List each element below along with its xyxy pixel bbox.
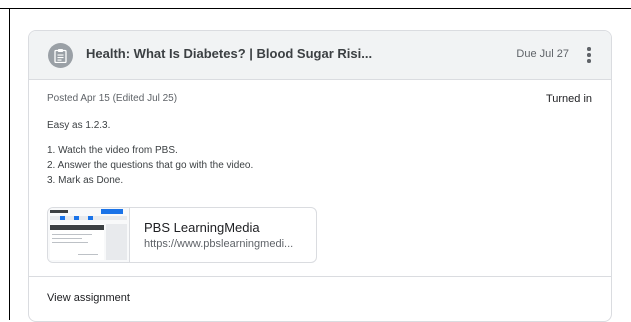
assignment-header[interactable]: Health: What Is Diabetes? | Blood Sugar … [29, 31, 611, 80]
assignment-icon [48, 43, 73, 68]
posted-date: Posted Apr 15 (Edited Jul 25) [47, 93, 178, 104]
left-border-line [9, 8, 10, 320]
description-step: 3. Mark as Done. [47, 175, 124, 186]
card-divider [29, 276, 611, 277]
attachment-title[interactable]: PBS LearningMedia [144, 220, 260, 235]
description-step: 2. Answer the questions that go with the… [47, 160, 254, 171]
due-date: Due Jul 27 [516, 48, 569, 60]
top-border-line [0, 8, 631, 9]
status-badge: Turned in [545, 93, 592, 105]
view-assignment-link[interactable]: View assignment [47, 292, 130, 304]
attachment-url[interactable]: https://www.pbslearningmedi... [144, 238, 304, 250]
description-intro: Easy as 1.2.3. [47, 120, 111, 131]
assignment-card: Health: What Is Diabetes? | Blood Sugar … [28, 30, 612, 322]
attachment-thumbnail [48, 208, 130, 262]
assignment-title[interactable]: Health: What Is Diabetes? | Blood Sugar … [86, 46, 372, 61]
attachment-card[interactable]: PBS LearningMedia https://www.pbslearnin… [47, 207, 317, 263]
description-step: 1. Watch the video from PBS. [47, 145, 178, 156]
assignment-description: Easy as 1.2.3. 1. Watch the video from P… [47, 118, 253, 188]
more-vert-icon[interactable] [579, 44, 599, 66]
